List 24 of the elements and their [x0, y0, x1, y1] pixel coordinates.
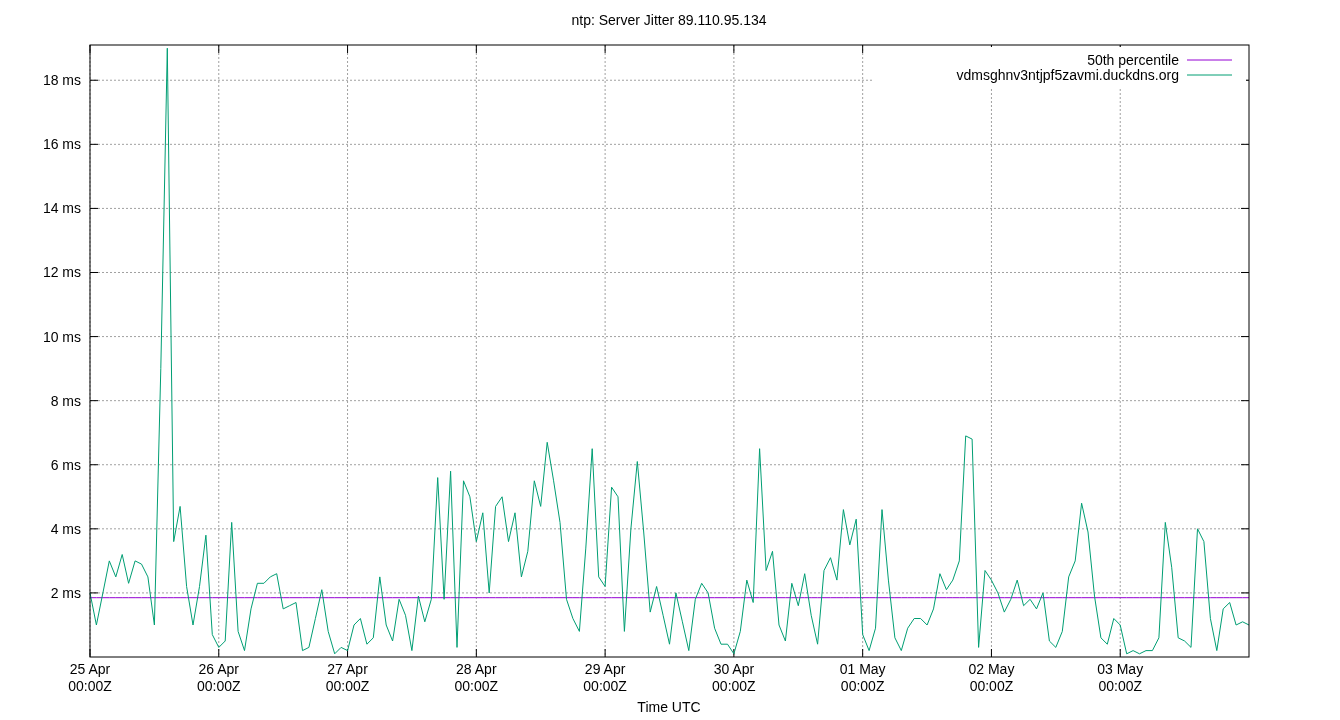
- legend-label: vdmsghnv3ntjpf5zavmi.duckdns.org: [956, 67, 1179, 83]
- x-axis-label: Time UTC: [637, 699, 701, 715]
- y-tick-label: 10 ms: [42, 328, 81, 345]
- y-tick-label: 2 ms: [50, 584, 81, 601]
- chart-title: ntp: Server Jitter 89.110.95.134: [571, 12, 767, 28]
- legend-label: 50th percentile: [1087, 52, 1179, 68]
- x-tick-label: 01 May 00:00Z: [839, 661, 886, 694]
- x-tick-label: 02 May 00:00Z: [968, 661, 1015, 694]
- y-tick-label: 12 ms: [42, 264, 81, 281]
- x-tick-label: 30 Apr 00:00Z: [712, 661, 756, 694]
- x-tick-label: 25 Apr 00:00Z: [68, 661, 112, 694]
- x-tick-label: 26 Apr 00:00Z: [197, 661, 241, 694]
- x-tick-label: 29 Apr 00:00Z: [583, 661, 627, 694]
- x-tick-label: 03 May 00:00Z: [1097, 661, 1144, 694]
- y-tick-label: 18 ms: [42, 72, 81, 89]
- legend-line: [1186, 59, 1233, 61]
- y-tick-label: 8 ms: [50, 392, 81, 409]
- y-tick-label: 14 ms: [42, 200, 81, 217]
- y-tick-label: 4 ms: [50, 520, 81, 537]
- legend-line: [1186, 74, 1233, 76]
- y-tick-label: 6 ms: [50, 456, 81, 473]
- x-tick-label: 28 Apr 00:00Z: [454, 661, 499, 694]
- x-tick-label: 27 Apr 00:00Z: [325, 661, 370, 694]
- y-tick-label: 16 ms: [42, 136, 81, 153]
